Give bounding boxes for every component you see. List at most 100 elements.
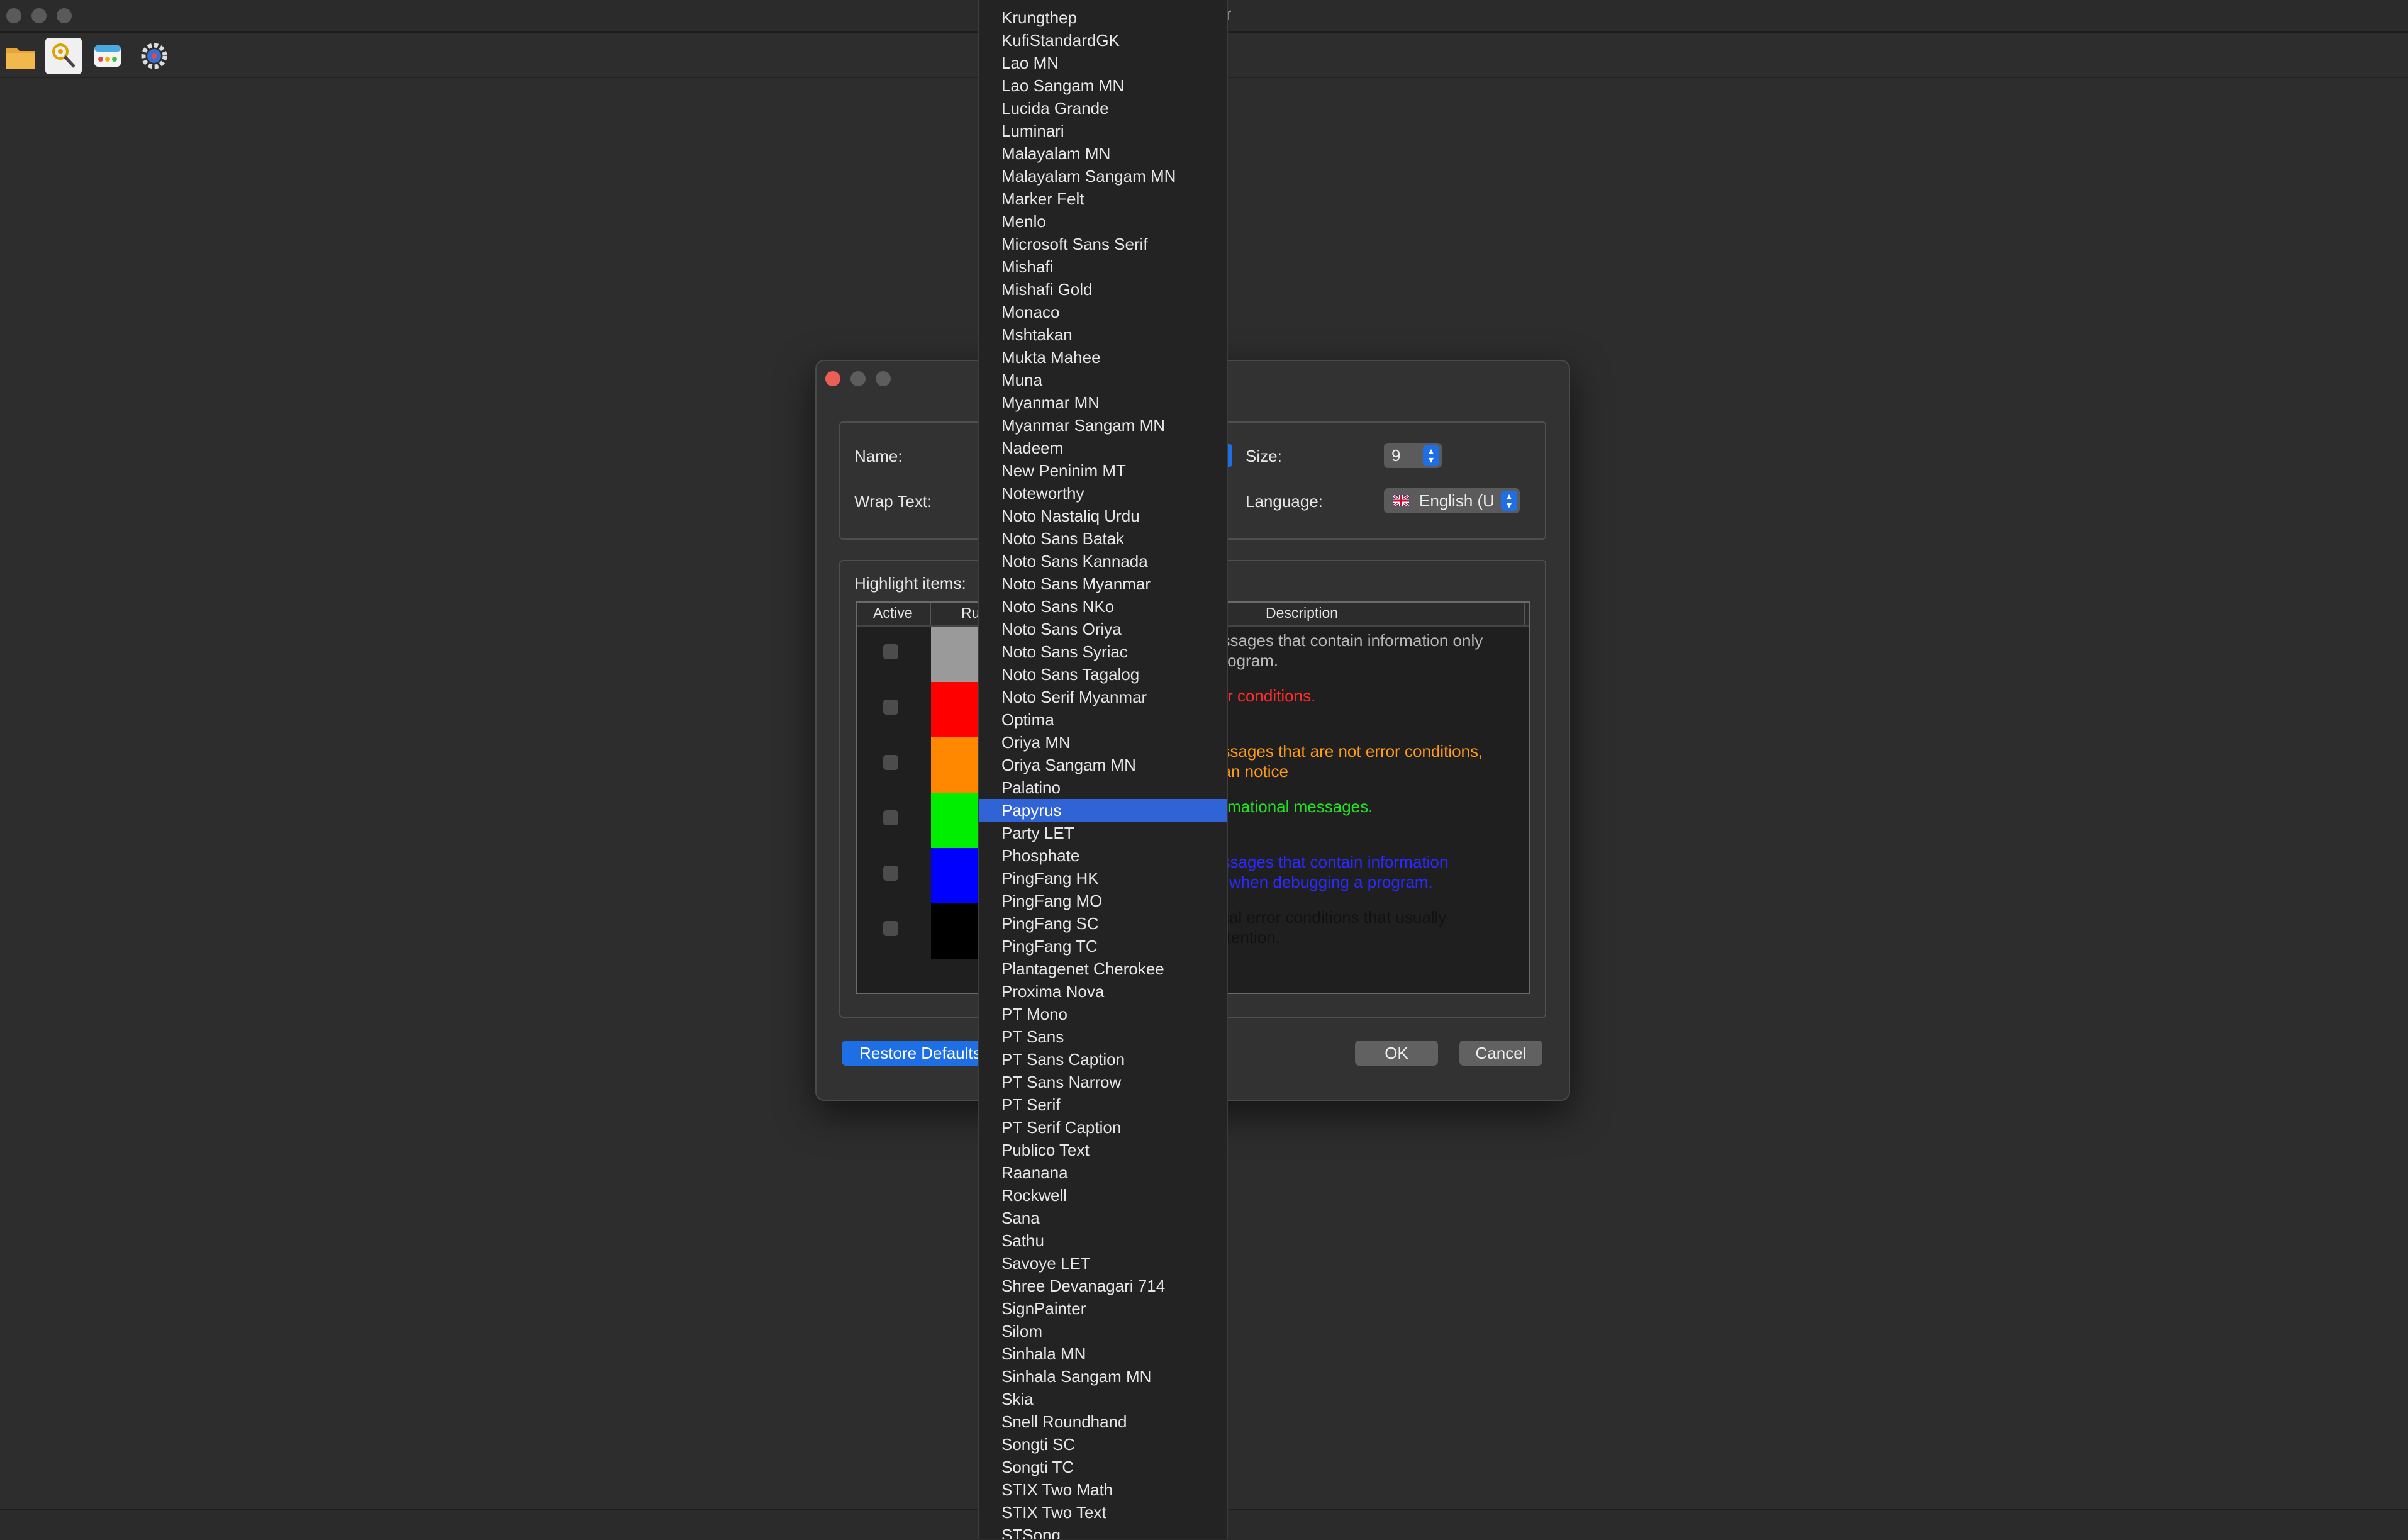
zoom-window-button[interactable]: [57, 8, 72, 23]
font-menu-item[interactable]: Silom: [979, 1320, 1227, 1342]
font-menu-item[interactable]: Monaco: [979, 301, 1227, 323]
font-menu-item[interactable]: PT Sans Narrow: [979, 1071, 1227, 1093]
header-active[interactable]: Active: [873, 605, 913, 622]
font-menu-item[interactable]: Nadeem: [979, 437, 1227, 459]
font-menu-item[interactable]: PT Serif: [979, 1093, 1227, 1116]
open-folder-button[interactable]: [3, 38, 39, 74]
font-menu-item[interactable]: Sana: [979, 1207, 1227, 1229]
font-menu-item[interactable]: Plantagenet Cherokee: [979, 957, 1227, 980]
font-menu-item[interactable]: Snell Roundhand: [979, 1410, 1227, 1433]
font-menu-item[interactable]: KufiStandardGK: [979, 29, 1227, 52]
font-menu-item[interactable]: Songti TC: [979, 1456, 1227, 1478]
font-menu-item[interactable]: Malayalam Sangam MN: [979, 165, 1227, 187]
font-menu-item[interactable]: Party LET: [979, 822, 1227, 844]
font-menu-item[interactable]: Luminari: [979, 120, 1227, 142]
color-palette-button[interactable]: [89, 38, 126, 74]
font-menu-item[interactable]: Lao Sangam MN: [979, 74, 1227, 97]
settings-button[interactable]: [136, 38, 172, 74]
row-description: ormational messages.: [1213, 797, 1373, 816]
active-checkbox[interactable]: [883, 755, 898, 770]
chevron-up-down-icon: ▴ ▾: [1501, 491, 1517, 511]
active-checkbox[interactable]: [883, 700, 898, 715]
font-menu-item[interactable]: Muna: [979, 369, 1227, 391]
font-menu-item[interactable]: PingFang TC: [979, 935, 1227, 957]
language-value: English (U: [1419, 491, 1495, 510]
font-menu-item[interactable]: PT Serif Caption: [979, 1116, 1227, 1139]
font-menu-item[interactable]: Mishafi: [979, 255, 1227, 278]
font-menu-item[interactable]: PT Sans: [979, 1025, 1227, 1048]
font-menu-item[interactable]: Myanmar Sangam MN: [979, 414, 1227, 437]
font-menu-item[interactable]: Mshtakan: [979, 323, 1227, 346]
font-menu-item[interactable]: SignPainter: [979, 1297, 1227, 1320]
font-menu-item[interactable]: Phosphate: [979, 844, 1227, 867]
font-menu-item[interactable]: Noto Nastaliq Urdu: [979, 505, 1227, 527]
font-menu-item[interactable]: Savoye LET: [979, 1252, 1227, 1275]
font-menu-item[interactable]: PingFang SC: [979, 912, 1227, 935]
font-menu-item[interactable]: Noto Sans Myanmar: [979, 572, 1227, 595]
active-checkbox[interactable]: [883, 921, 898, 936]
font-menu-item[interactable]: Oriya Sangam MN: [979, 754, 1227, 776]
font-menu-item[interactable]: Skia: [979, 1388, 1227, 1410]
font-menu-item[interactable]: Noto Sans Tagalog: [979, 663, 1227, 686]
font-menu-item[interactable]: STSong: [979, 1524, 1227, 1539]
font-menu-item[interactable]: Noto Sans Batak: [979, 527, 1227, 550]
active-checkbox[interactable]: [883, 644, 898, 659]
header-rule[interactable]: Ru: [961, 605, 979, 622]
font-menu-item[interactable]: PT Sans Caption: [979, 1048, 1227, 1071]
cancel-button[interactable]: Cancel: [1459, 1041, 1542, 1066]
font-menu-item[interactable]: Noto Sans Kannada: [979, 550, 1227, 572]
font-menu-item[interactable]: Papyrus: [979, 799, 1227, 822]
dialog-close-button[interactable]: [825, 371, 840, 386]
font-menu-item[interactable]: Noto Sans Syriac: [979, 640, 1227, 663]
font-menu-item[interactable]: Krungthep: [979, 6, 1227, 29]
active-checkbox[interactable]: [883, 866, 898, 881]
font-menu-item[interactable]: STIX Two Math: [979, 1478, 1227, 1501]
font-menu-item[interactable]: Raanana: [979, 1161, 1227, 1184]
font-menu-item[interactable]: Shree Devanagari 714: [979, 1275, 1227, 1297]
font-menu-item[interactable]: PT Mono: [979, 1003, 1227, 1025]
font-menu-item[interactable]: New Peninim MT: [979, 459, 1227, 482]
font-menu-item[interactable]: Publico Text: [979, 1139, 1227, 1161]
search-settings-button[interactable]: [45, 38, 82, 74]
font-menu-item[interactable]: Lao MN: [979, 52, 1227, 74]
font-menu-item[interactable]: Noto Sans NKo: [979, 595, 1227, 618]
minimize-window-button[interactable]: [31, 8, 47, 23]
font-family-dropdown[interactable]: Krungthep KufiStandardGK Lao MN Lao Sangam …: [978, 0, 1228, 1539]
font-menu-item[interactable]: Noto Serif Myanmar: [979, 686, 1227, 708]
font-menu-item[interactable]: Sinhala Sangam MN: [979, 1365, 1227, 1388]
ok-button[interactable]: OK: [1355, 1041, 1438, 1066]
font-menu-item[interactable]: Sinhala MN: [979, 1342, 1227, 1365]
folder-icon: [6, 48, 35, 69]
font-menu-item[interactable]: Sathu: [979, 1229, 1227, 1252]
font-menu-item[interactable]: Malayalam MN: [979, 142, 1227, 165]
font-menu-item[interactable]: Palatino: [979, 776, 1227, 799]
font-menu-item[interactable]: Proxima Nova: [979, 980, 1227, 1003]
header-description[interactable]: Description: [1266, 605, 1338, 622]
font-menu-item[interactable]: Rockwell: [979, 1184, 1227, 1207]
font-menu-item[interactable]: Myanmar MN: [979, 391, 1227, 414]
font-menu-item[interactable]: Mukta Mahee: [979, 346, 1227, 369]
restore-defaults-button[interactable]: Restore Defaults: [842, 1041, 993, 1066]
font-menu-item[interactable]: Songti SC: [979, 1433, 1227, 1456]
dialog-minimize-button[interactable]: [850, 371, 866, 386]
font-menu-item[interactable]: Noto Sans Oriya: [979, 618, 1227, 640]
size-value: 9: [1391, 446, 1401, 465]
dialog-zoom-button[interactable]: [876, 371, 891, 386]
font-menu-item[interactable]: Lucida Grande: [979, 97, 1227, 120]
font-menu-item[interactable]: Mishafi Gold: [979, 278, 1227, 301]
close-window-button[interactable]: [6, 8, 21, 23]
font-menu-item[interactable]: PingFang HK: [979, 867, 1227, 890]
font-menu-item[interactable]: Menlo: [979, 210, 1227, 233]
font-menu-item[interactable]: Optima: [979, 708, 1227, 731]
font-menu-item[interactable]: Marker Felt: [979, 187, 1227, 210]
font-menu-item[interactable]: Microsoft Sans Serif: [979, 233, 1227, 255]
active-checkbox[interactable]: [883, 810, 898, 825]
font-menu-item[interactable]: STIX Two Text: [979, 1501, 1227, 1524]
size-stepper[interactable]: 9 ▴ ▾: [1384, 443, 1442, 468]
highlight-items-label: Highlight items:: [854, 574, 966, 593]
language-select[interactable]: English (U ▴ ▾: [1384, 488, 1520, 513]
font-menu-item[interactable]: PingFang MO: [979, 890, 1227, 912]
name-label: Name:: [854, 447, 903, 466]
font-menu-item[interactable]: Oriya MN: [979, 731, 1227, 754]
font-menu-item[interactable]: Noteworthy: [979, 482, 1227, 505]
